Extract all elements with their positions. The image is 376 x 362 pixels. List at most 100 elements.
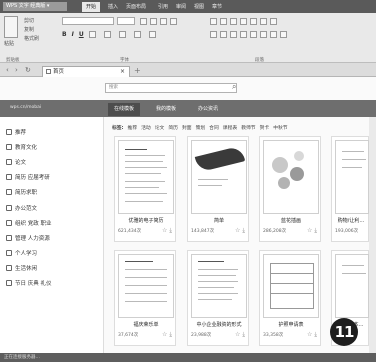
search-input[interactable]: 搜索 — [105, 83, 237, 93]
filter-tag[interactable]: 推荐 — [128, 124, 138, 132]
filter-tag[interactable]: 中秋节 — [273, 124, 287, 132]
tab-home[interactable]: 开始 — [82, 2, 101, 12]
sidebar-item-thesis[interactable]: 论文 — [6, 157, 26, 167]
tab-insert[interactable]: 插入 — [104, 2, 122, 12]
favorite-icon[interactable]: ☆ — [235, 331, 240, 339]
filter-tag[interactable]: 课程表 — [223, 124, 237, 132]
filter-tag[interactable]: 论文 — [155, 124, 165, 132]
download-count: 143,847次 — [191, 229, 215, 234]
sidebar-item-office-docs[interactable]: 办公范文 — [6, 203, 37, 213]
download-icon[interactable]: ⤓ — [314, 227, 317, 235]
sidebar-item-personal-study[interactable]: 个人学习 — [6, 248, 37, 258]
decrease-indent-icon[interactable] — [230, 18, 237, 25]
download-icon[interactable]: ⤓ — [242, 227, 245, 235]
filter-tag[interactable]: 活动 — [141, 124, 151, 132]
tab-view[interactable]: 视图 — [190, 2, 208, 12]
tab-section[interactable]: 章节 — [208, 2, 226, 12]
app-menu-button[interactable]: WPS 文字 经典版 ▾ — [3, 2, 67, 11]
download-icon[interactable]: ⤓ — [242, 331, 245, 339]
sidebar-item-leisure[interactable]: 生活休闲 — [6, 263, 37, 273]
close-icon[interactable]: × — [120, 67, 125, 77]
subscript-icon[interactable] — [118, 31, 126, 38]
scrollbar[interactable] — [369, 117, 376, 353]
cut-button[interactable]: 剪切 — [24, 17, 34, 24]
template-card[interactable]: 蓝花插画 286,208次 ☆ ⤓ — [259, 136, 321, 242]
tab-home-page[interactable]: 首页 × — [42, 66, 130, 77]
tab-office-news[interactable]: 办公资讯 — [192, 103, 224, 116]
template-card[interactable]: 简单 143,847次 ☆ ⤓ — [187, 136, 249, 242]
tab-review[interactable]: 审阅 — [172, 2, 190, 12]
favorite-icon[interactable]: ☆ — [235, 227, 240, 235]
download-count: 286,208次 — [263, 229, 287, 234]
filter-tag[interactable]: 策划 — [196, 124, 206, 132]
favorite-icon[interactable]: ☆ — [307, 227, 312, 235]
flower-graphic — [272, 157, 288, 173]
tab-online-templates[interactable]: 在线模板 — [108, 103, 141, 116]
forward-icon[interactable]: › — [15, 66, 18, 74]
sidebar-item-festivals[interactable]: 节日 庆典 礼仪 — [6, 278, 52, 288]
phonetic-icon[interactable] — [170, 18, 177, 25]
numbering-icon[interactable] — [220, 18, 227, 25]
download-icon[interactable]: ⤓ — [169, 331, 172, 339]
template-card[interactable]: 优雅的电子简历 621,434次 ☆ ⤓ — [114, 136, 176, 242]
underline-icon[interactable]: U — [79, 31, 84, 38]
increase-indent-icon[interactable] — [240, 18, 247, 25]
justify-icon[interactable] — [240, 31, 247, 38]
bold-icon[interactable]: B — [62, 31, 67, 38]
folder-icon — [6, 205, 12, 211]
flag-icon — [6, 220, 12, 226]
new-tab-icon[interactable]: + — [134, 66, 141, 75]
download-icon[interactable]: ⤓ — [314, 331, 317, 339]
filter-tag[interactable]: 封面 — [182, 124, 192, 132]
filter-tag[interactable]: 贺卡 — [260, 124, 270, 132]
sidebar-item-education[interactable]: 教育文化 — [6, 142, 37, 152]
tab-references[interactable]: 引用 — [154, 2, 172, 12]
back-icon[interactable]: ‹ — [6, 66, 9, 74]
borders-icon[interactable] — [280, 31, 287, 38]
sort-icon[interactable] — [260, 18, 267, 25]
download-icon[interactable]: ⤓ — [169, 227, 172, 235]
shading-icon[interactable] — [270, 31, 277, 38]
paste-icon[interactable] — [4, 16, 18, 38]
chinese-layout-icon[interactable] — [250, 18, 257, 25]
align-left-icon[interactable] — [210, 31, 217, 38]
tab-my-templates[interactable]: 我的模板 — [150, 103, 182, 116]
refresh-icon[interactable]: ↻ — [25, 66, 31, 74]
align-center-icon[interactable] — [220, 31, 227, 38]
clear-format-icon[interactable] — [160, 18, 167, 25]
filter-tag[interactable]: 教师节 — [241, 124, 255, 132]
format-painter-button[interactable]: 格式刷 — [24, 35, 39, 42]
show-marks-icon[interactable] — [270, 18, 277, 25]
tab-page-layout[interactable]: 页面布局 — [122, 2, 150, 12]
align-right-icon[interactable] — [230, 31, 237, 38]
highlight-icon[interactable] — [148, 31, 156, 38]
italic-icon[interactable]: I — [72, 31, 74, 38]
search-icon[interactable]: ⌕ — [232, 82, 236, 92]
sidebar-item-management[interactable]: 管理 人力资源 — [6, 233, 50, 243]
grow-font-icon[interactable] — [140, 18, 147, 25]
shrink-font-icon[interactable] — [150, 18, 157, 25]
favorite-icon[interactable]: ☆ — [162, 331, 167, 339]
font-name-combo[interactable] — [62, 17, 114, 25]
sidebar-item-organization[interactable]: 组织 党政 职业 — [6, 218, 52, 228]
filter-tag[interactable]: 合同 — [209, 124, 219, 132]
template-card[interactable]: 购物/让利… 193,006次 — [331, 136, 369, 242]
distribute-icon[interactable] — [250, 31, 257, 38]
copy-button[interactable]: 复制 — [24, 26, 34, 33]
line-spacing-icon[interactable] — [260, 31, 267, 38]
sidebar-item-recommended[interactable]: 推荐 — [6, 127, 26, 137]
font-color-icon[interactable] — [133, 31, 141, 38]
template-card[interactable]: 中小企业融资的形式 23,988次 ☆ ⤓ — [187, 250, 249, 346]
template-card[interactable]: 护照申请表 33,358次 ☆ ⤓ — [259, 250, 321, 346]
favorite-icon[interactable]: ☆ — [162, 227, 167, 235]
strikethrough-icon[interactable] — [88, 31, 96, 38]
font-size-combo[interactable] — [117, 17, 135, 25]
template-card[interactable]: 福庆荣乐单 37,674次 ☆ ⤓ — [114, 250, 176, 346]
sidebar-item-job-resume[interactable]: 简历求职 — [6, 187, 37, 197]
favorite-icon[interactable]: ☆ — [307, 331, 312, 339]
bullets-icon[interactable] — [210, 18, 217, 25]
sidebar-item-label: 个人学习 — [15, 251, 38, 257]
sidebar-item-graduate-resume[interactable]: 简历 应届考研 — [6, 172, 50, 182]
filter-tag[interactable]: 简历 — [168, 124, 178, 132]
superscript-icon[interactable] — [103, 31, 111, 38]
